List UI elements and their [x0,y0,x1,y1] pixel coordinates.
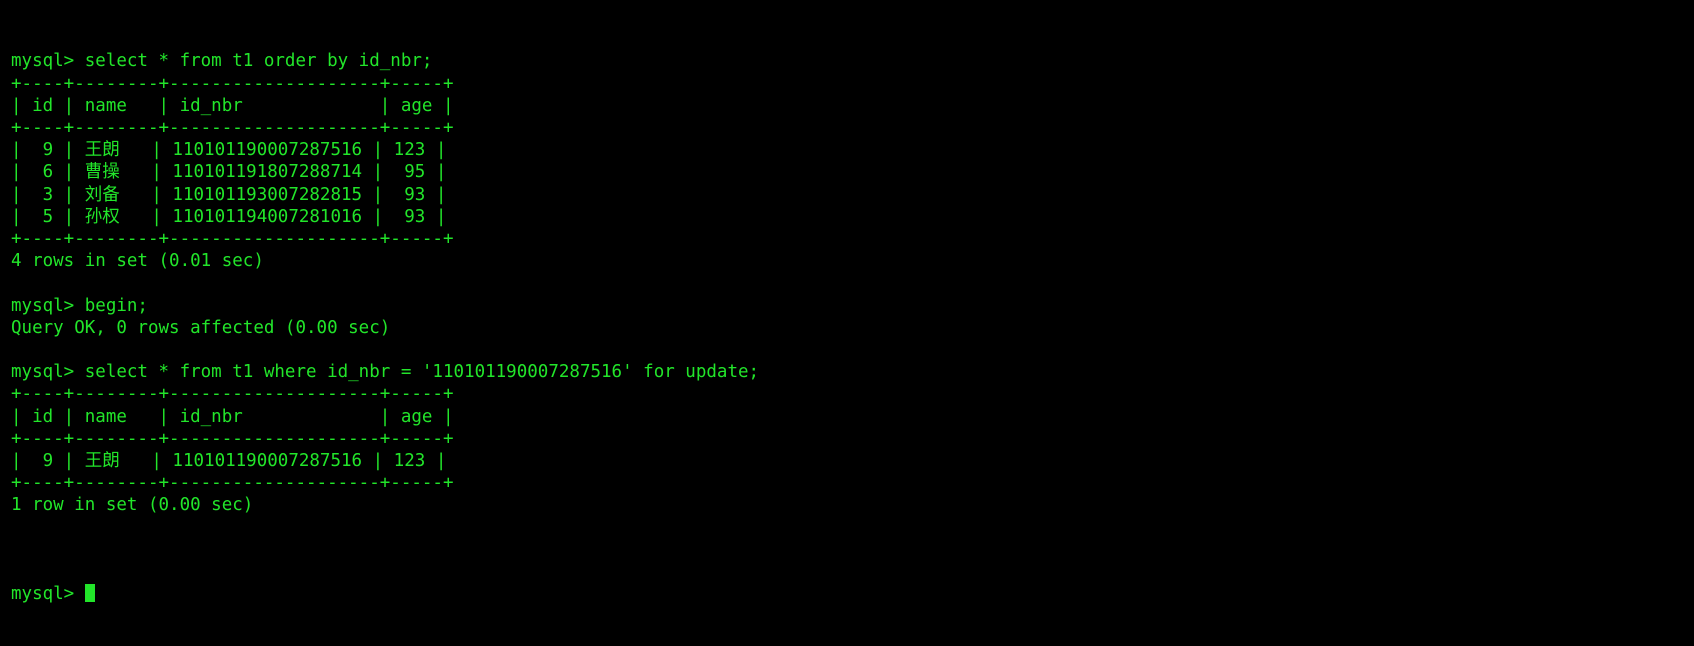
terminal-output: mysql> select * from t1 order by id_nbr;… [11,50,1694,538]
terminal-line-t1-row-2: | 6 | 曹操 | 110101191807288714 | 95 | [11,162,447,183]
terminal-line-blank-3 [11,517,1694,539]
terminal-line-t2-header: | id | name | id_nbr | age | [11,406,454,427]
terminal-line-t1-row-4: | 5 | 孙权 | 110101194007281016 | 93 | [11,206,447,227]
terminal-line-t2-status: 1 row in set (0.00 sec) [11,495,254,516]
terminal-line-t2-sep-top: +----+--------+--------------------+----… [11,384,454,405]
terminal-line-t2-row-1: | 9 | 王朗 | 110101190007287516 | 123 | [11,451,447,472]
terminal-line-t1-header: | id | name | id_nbr | age | [11,95,454,116]
terminal-line-t1-row-3: | 3 | 刘备 | 110101193007282815 | 93 | [11,184,447,205]
terminal-line-t1-sep-mid: +----+--------+--------------------+----… [11,118,454,139]
terminal-line-cmd-3: mysql> select * from t1 where id_nbr = '… [11,362,760,383]
terminal-line-t2-sep-mid: +----+--------+--------------------+----… [11,428,454,449]
terminal-screen[interactable]: mysql> select * from t1 order by id_nbr;… [0,0,1694,646]
terminal-line-begin-status: Query OK, 0 rows affected (0.00 sec) [11,317,391,338]
terminal-line-cmd-1: mysql> select * from t1 order by id_nbr; [11,51,433,72]
terminal-prompt-line[interactable]: mysql> [11,583,1694,605]
terminal-line-t1-sep-top: +----+--------+--------------------+----… [11,73,454,94]
terminal-line-t2-sep-bot: +----+--------+--------------------+----… [11,473,454,494]
terminal-line-t1-status: 4 rows in set (0.01 sec) [11,251,264,272]
terminal-line-t1-row-1: | 9 | 王朗 | 110101190007287516 | 123 | [11,140,447,161]
block-cursor [84,584,96,603]
terminal-line-blank-1 [11,272,1694,294]
prompt-label: mysql> [11,584,85,605]
terminal-line-cmd-2: mysql> begin; [11,295,148,316]
terminal-line-t1-sep-bot: +----+--------+--------------------+----… [11,229,454,250]
terminal-line-blank-2 [11,339,1694,361]
